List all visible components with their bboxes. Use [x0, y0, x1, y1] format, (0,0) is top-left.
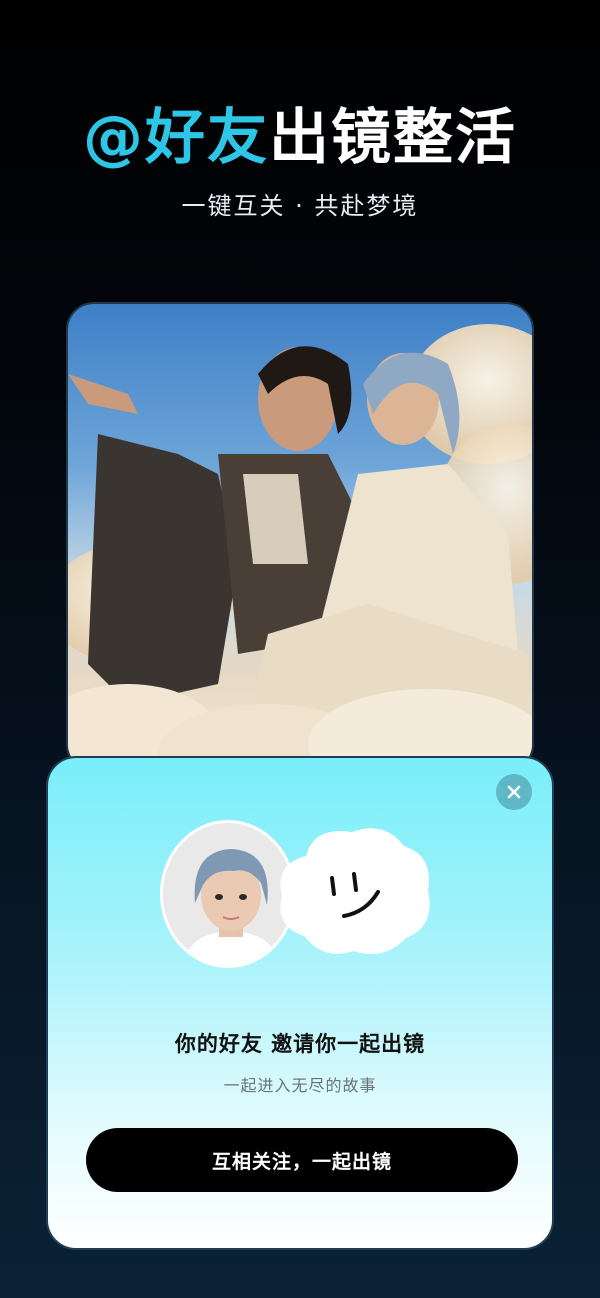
hero-photo [66, 302, 534, 772]
invite-subtitle: 一起进入无尽的故事 [223, 1076, 377, 1095]
close-button[interactable] [496, 774, 532, 810]
subtitle: 一键互关 · 共赴梦境 [181, 192, 419, 220]
headline-accent: @好友 [83, 103, 269, 173]
close-icon [507, 785, 521, 799]
headline-rest: 出镜整活 [269, 103, 517, 173]
follow-each-other-button[interactable]: 互相关注，一起出镜 [86, 1128, 518, 1192]
invite-card: 你的好友 邀请你一起出镜 一起进入无尽的故事 互相关注，一起出镜 [46, 756, 554, 1250]
smiley-cloud-icon [274, 816, 434, 966]
invite-title: 你的好友 邀请你一起出镜 [174, 1032, 426, 1056]
hero-illustration [68, 324, 532, 770]
headline: @好友出镜整活 [0, 100, 600, 176]
